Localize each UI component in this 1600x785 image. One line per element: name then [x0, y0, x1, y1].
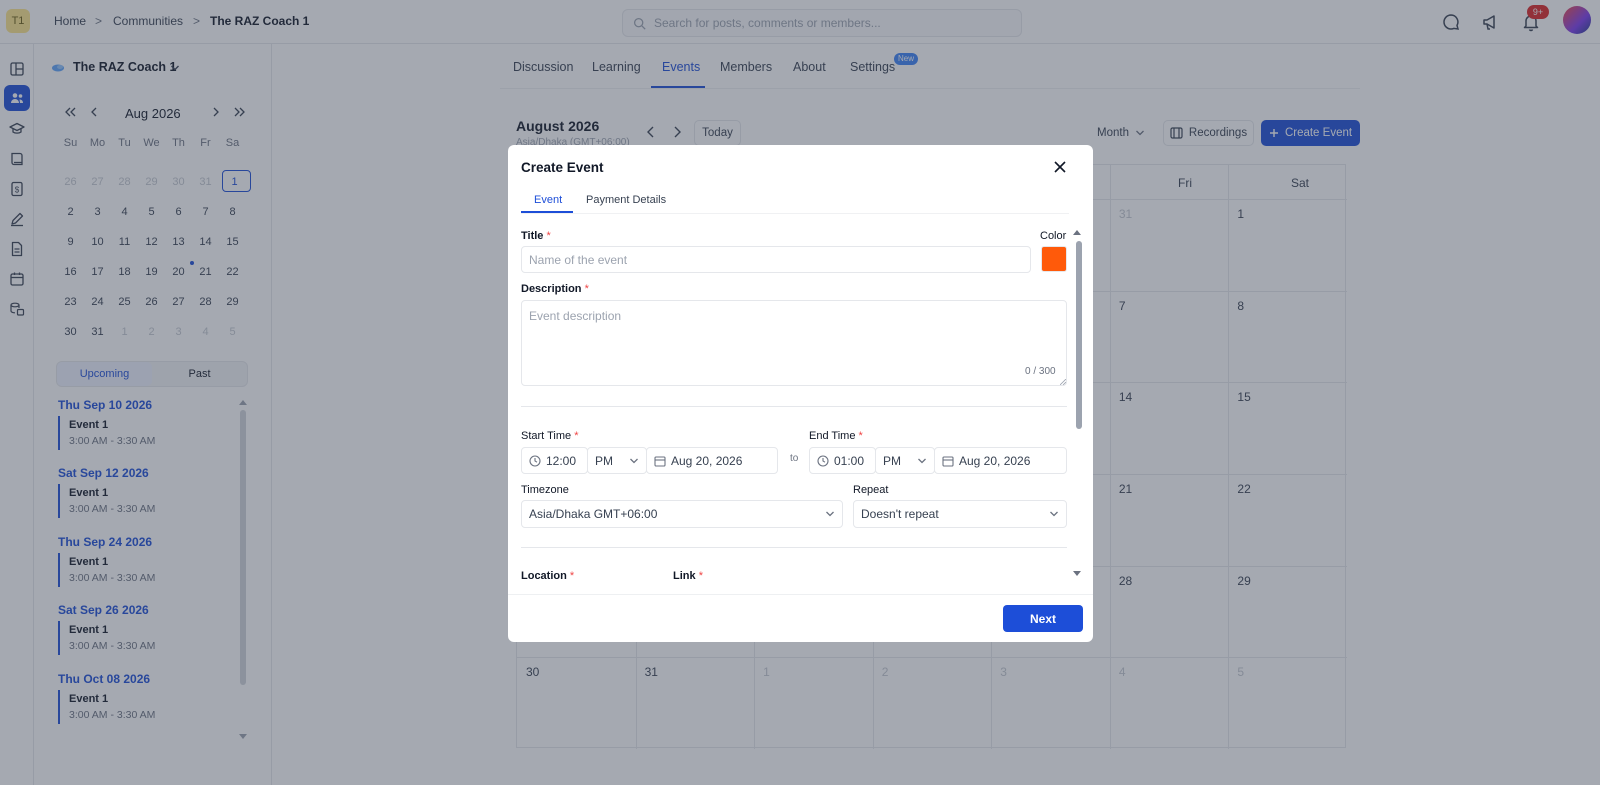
color-swatch[interactable] [1041, 246, 1067, 272]
scroll-down-icon[interactable] [1073, 571, 1081, 577]
title-label: Title * [521, 230, 551, 242]
end-ampm-value: PM [883, 453, 901, 468]
timezone-value: Asia/Dhaka GMT+06:00 [529, 507, 658, 521]
chevron-down-icon [630, 458, 638, 463]
tab-border [521, 213, 1069, 214]
end-time-value: 01:00 [834, 453, 865, 468]
modal-title: Create Event [521, 160, 604, 175]
start-ampm-select[interactable]: PM [587, 447, 647, 474]
tab-payment-details[interactable]: Payment Details [586, 194, 666, 206]
section-divider [521, 547, 1067, 548]
end-time-input[interactable]: 01:00 [809, 447, 876, 474]
start-date-value: Aug 20, 2026 [671, 453, 743, 468]
tab-event[interactable]: Event [534, 194, 562, 206]
title-input[interactable]: Name of the event [521, 246, 1031, 273]
scroll-up-icon[interactable] [1073, 229, 1081, 235]
start-time-input[interactable]: 12:00 [521, 447, 588, 474]
modal-footer-divider [508, 594, 1093, 595]
repeat-label: Repeat [853, 484, 889, 496]
repeat-select[interactable]: Doesn't repeat [853, 500, 1067, 528]
repeat-value: Doesn't repeat [861, 507, 939, 521]
start-date-input[interactable]: Aug 20, 2026 [646, 447, 778, 474]
next-button[interactable]: Next [1003, 605, 1083, 632]
section-divider [521, 406, 1067, 407]
clock-icon [817, 454, 829, 467]
start-ampm-value: PM [595, 453, 613, 468]
end-time-label: End Time * [809, 430, 863, 442]
modal-scrollbar[interactable] [1076, 241, 1082, 429]
timezone-select[interactable]: Asia/Dhaka GMT+06:00 [521, 500, 843, 528]
close-icon[interactable] [1051, 158, 1069, 176]
end-ampm-select[interactable]: PM [875, 447, 935, 474]
char-counter: 0 / 300 [1025, 366, 1056, 377]
calendar-icon [942, 455, 954, 467]
resize-handle-icon[interactable] [1060, 379, 1066, 385]
active-tab-indicator [521, 211, 573, 213]
end-date-value: Aug 20, 2026 [959, 453, 1031, 468]
description-textarea[interactable]: Event description [521, 300, 1067, 386]
timezone-label: Timezone [521, 484, 569, 496]
start-time-label: Start Time * [521, 430, 579, 442]
description-label: Description * [521, 283, 589, 295]
create-event-modal: Create Event Event Payment Details Title… [508, 145, 1093, 642]
start-time-value: 12:00 [546, 453, 577, 468]
title-placeholder: Name of the event [529, 252, 628, 267]
calendar-icon [654, 455, 666, 467]
end-date-input[interactable]: Aug 20, 2026 [934, 447, 1067, 474]
chevron-down-icon [826, 511, 834, 517]
description-placeholder: Event description [529, 309, 622, 323]
link-label: Link * [673, 570, 703, 582]
location-label: Location * [521, 570, 575, 582]
chevron-down-icon [1050, 511, 1058, 517]
to-label: to [790, 453, 799, 464]
color-label: Color [1040, 230, 1067, 242]
chevron-down-icon [918, 458, 926, 463]
clock-icon [529, 454, 541, 467]
